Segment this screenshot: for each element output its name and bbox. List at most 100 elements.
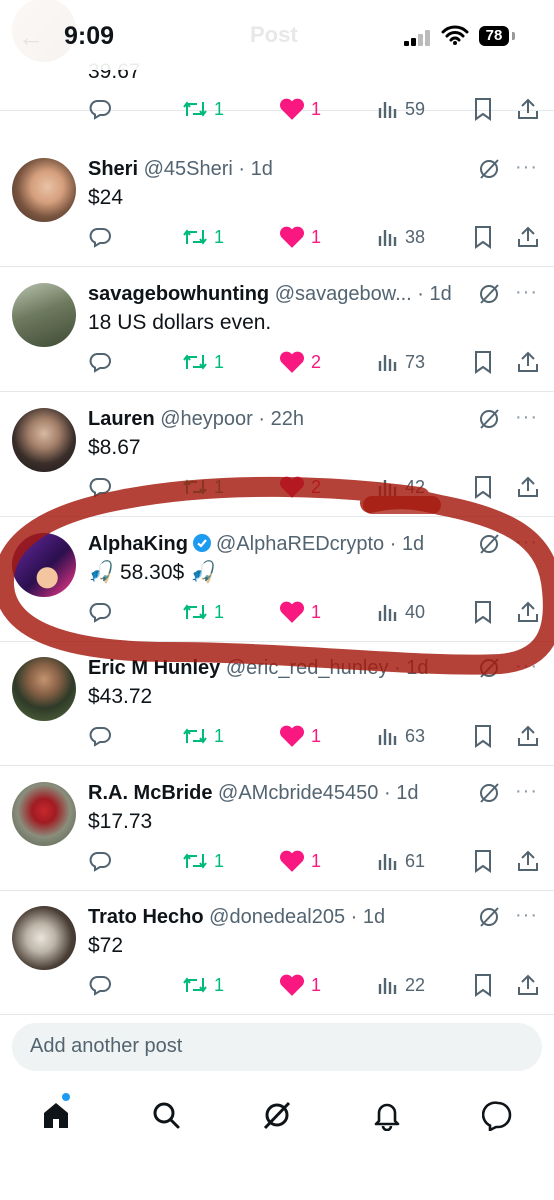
display-name[interactable]: savagebowhunting [88, 283, 269, 305]
grok-button[interactable] [476, 531, 502, 562]
retweet-button[interactable]: 1 [182, 472, 224, 502]
user-handle[interactable]: @AMcbride45450 [218, 782, 378, 804]
grok-button[interactable] [476, 780, 502, 811]
reply-button[interactable] [88, 597, 118, 627]
like-button[interactable]: 1 [279, 846, 321, 876]
grok-button[interactable] [476, 904, 502, 935]
share-button[interactable] [516, 597, 546, 627]
reply-button[interactable] [88, 94, 118, 124]
share-button[interactable] [516, 721, 546, 751]
display-name[interactable]: Trato Hecho [88, 906, 204, 928]
like-button[interactable]: 1 [279, 222, 321, 252]
views-button[interactable]: 38 [377, 222, 425, 252]
more-icon[interactable]: ··· [515, 655, 538, 678]
like-button[interactable]: 1 [279, 94, 321, 124]
avatar[interactable] [12, 657, 76, 721]
bookmark-button[interactable] [472, 846, 500, 876]
tab-search[interactable] [150, 1099, 182, 1136]
tab-notifications[interactable] [371, 1099, 403, 1136]
reply-post[interactable]: Trato Hecho @donedeal205 · 1d ··· $72 1 … [0, 890, 554, 1015]
reply-button[interactable] [88, 347, 118, 377]
more-icon[interactable]: ··· [515, 406, 538, 429]
reply-post[interactable]: Lauren @heypoor · 22h ··· $8.67 1 2 42 [0, 392, 554, 517]
bookmark-button[interactable] [472, 472, 500, 502]
more-icon[interactable]: ··· [515, 780, 538, 803]
views-button[interactable]: 73 [377, 347, 425, 377]
display-name[interactable]: AlphaKing [88, 533, 188, 555]
share-button[interactable] [516, 347, 546, 377]
bookmark-button[interactable] [472, 94, 500, 124]
retweet-button[interactable]: 1 [182, 846, 224, 876]
more-icon[interactable]: ··· [515, 281, 538, 304]
avatar[interactable] [12, 906, 76, 970]
reply-button[interactable] [88, 472, 118, 502]
reply-post[interactable]: Eric M Hunley @eric_red_hunley · 1d ··· … [0, 641, 554, 766]
reply-post[interactable]: savagebowhunting @savagebow... · 1d ··· … [0, 267, 554, 392]
reply-composer[interactable]: Add another post [12, 1023, 542, 1071]
display-name[interactable]: Eric M Hunley [88, 657, 220, 679]
display-name[interactable]: R.A. McBride [88, 782, 212, 804]
views-button[interactable]: 22 [377, 970, 425, 1000]
user-handle[interactable]: @savagebow... [275, 283, 412, 305]
avatar[interactable] [12, 408, 76, 472]
back-arrow-icon[interactable]: ← [18, 22, 44, 53]
reply-post[interactable]: Sheri @45Sheri · 1d ··· $24 1 1 38 [0, 142, 554, 267]
bookmark-button[interactable] [472, 222, 500, 252]
retweet-button[interactable]: 1 [182, 222, 224, 252]
avatar[interactable] [12, 782, 76, 846]
reply-button[interactable] [88, 222, 118, 252]
bookmark-button[interactable] [472, 970, 500, 1000]
like-button[interactable]: 2 [279, 472, 321, 502]
user-handle[interactable]: @heypoor [160, 408, 253, 430]
display-name[interactable]: Lauren [88, 408, 155, 430]
grok-button[interactable] [476, 406, 502, 437]
views-button[interactable]: 59 [377, 94, 425, 124]
user-handle[interactable]: @AlphaREDcrypto [216, 533, 384, 555]
reply-post[interactable]: AlphaKing @AlphaREDcrypto · 1d ··· 🎣 58.3… [0, 517, 554, 642]
views-button[interactable]: 42 [377, 472, 425, 502]
avatar[interactable] [12, 533, 76, 597]
retweet-button[interactable]: 1 [182, 347, 224, 377]
grok-button[interactable] [476, 156, 502, 187]
share-button[interactable] [516, 846, 546, 876]
grok-button[interactable] [476, 281, 502, 312]
grok-button[interactable] [476, 655, 502, 686]
like-button[interactable]: 2 [279, 347, 321, 377]
user-handle[interactable]: @donedeal205 [209, 906, 345, 928]
display-name[interactable]: Sheri [88, 158, 138, 180]
retweet-button[interactable]: 1 [182, 597, 224, 627]
verified-badge-icon [192, 533, 212, 560]
share-button[interactable] [516, 222, 546, 252]
avatar[interactable] [12, 283, 76, 347]
tab-home[interactable] [40, 1099, 72, 1136]
bookmark-button[interactable] [472, 597, 500, 627]
retweet-button[interactable]: 1 [182, 970, 224, 1000]
views-button[interactable]: 61 [377, 846, 425, 876]
more-icon[interactable]: ··· [515, 156, 538, 179]
tab-grok[interactable] [261, 1099, 293, 1136]
share-button[interactable] [516, 970, 546, 1000]
more-icon[interactable]: ··· [515, 904, 538, 927]
reply-button[interactable] [88, 721, 118, 751]
like-button[interactable]: 1 [279, 721, 321, 751]
views-count: 22 [405, 974, 426, 995]
retweet-button[interactable]: 1 [182, 94, 224, 124]
avatar[interactable] [12, 158, 76, 222]
reply-post[interactable]: R.A. McBride @AMcbride45450 · 1d ··· $17… [0, 766, 554, 891]
bookmark-button[interactable] [472, 347, 500, 377]
views-button[interactable]: 40 [377, 597, 425, 627]
retweet-icon [183, 977, 207, 993]
more-icon[interactable]: ··· [515, 531, 538, 554]
user-handle[interactable]: @eric_red_hunley [226, 657, 389, 679]
reply-button[interactable] [88, 846, 118, 876]
like-button[interactable]: 1 [279, 597, 321, 627]
share-button[interactable] [516, 94, 546, 124]
tab-messages[interactable] [481, 1099, 514, 1136]
share-button[interactable] [516, 472, 546, 502]
user-handle[interactable]: @45Sheri [144, 158, 233, 180]
like-button[interactable]: 1 [279, 970, 321, 1000]
views-button[interactable]: 63 [377, 721, 425, 751]
bookmark-button[interactable] [472, 721, 500, 751]
retweet-button[interactable]: 1 [182, 721, 224, 751]
reply-button[interactable] [88, 970, 118, 1000]
